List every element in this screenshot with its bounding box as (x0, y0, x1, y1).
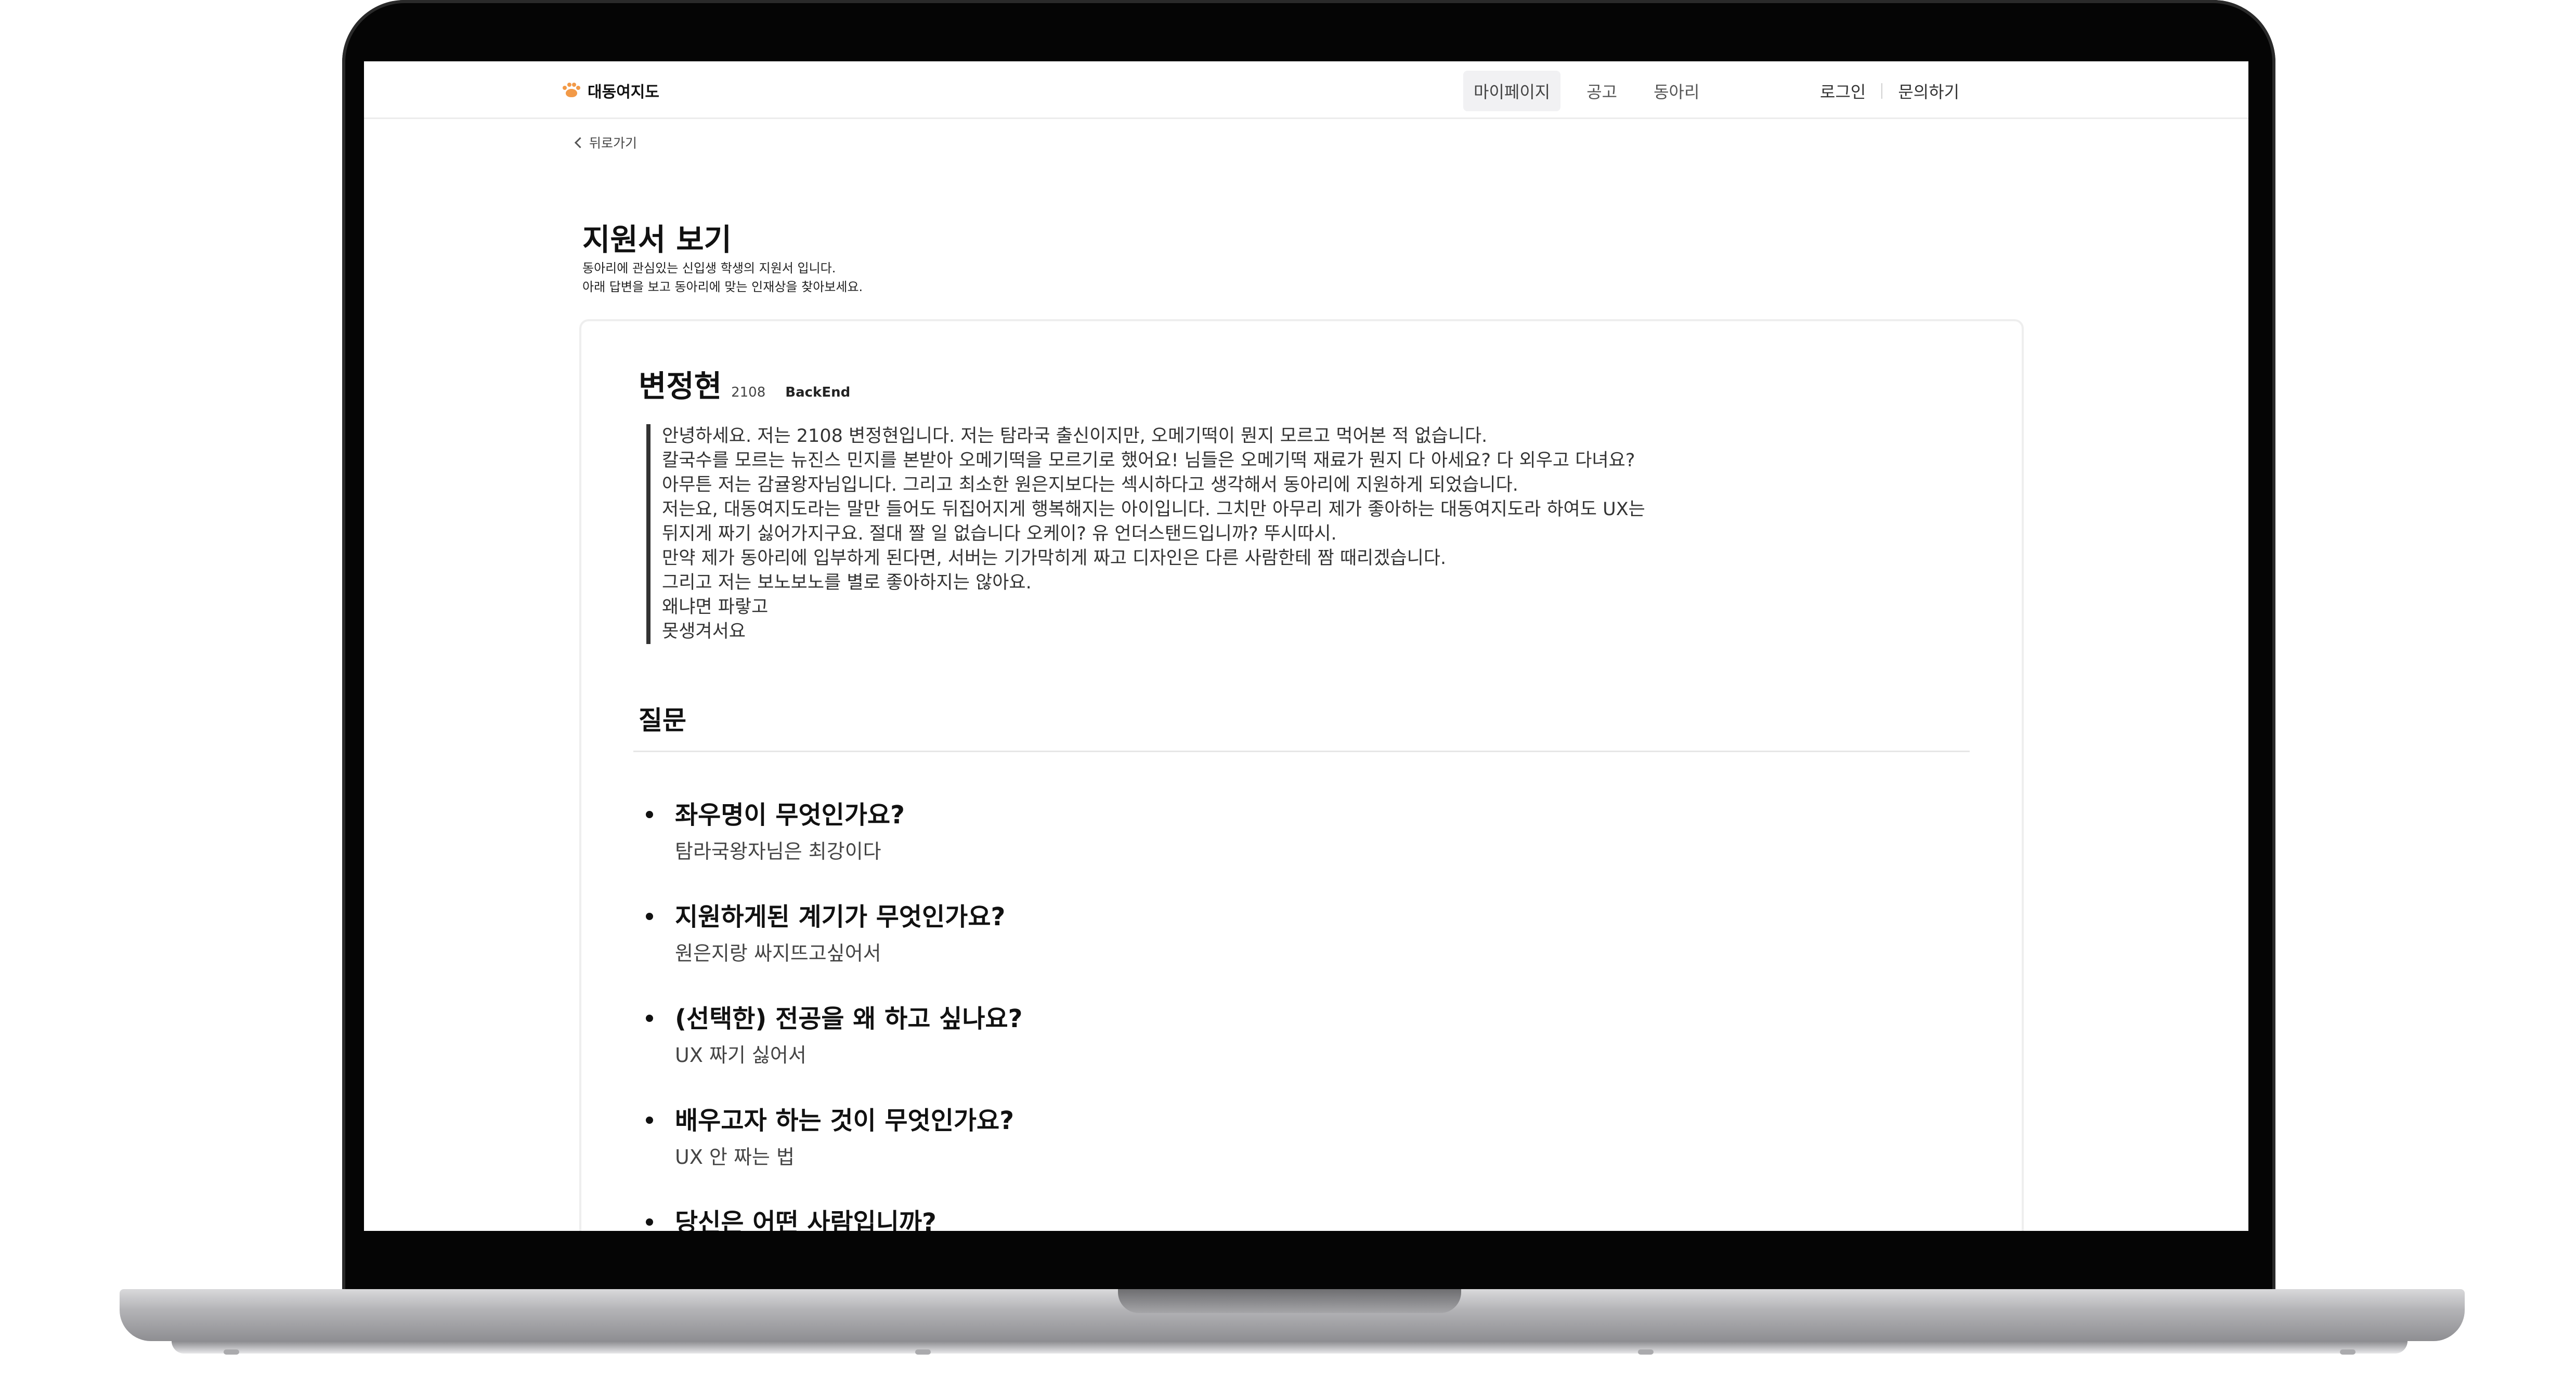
logo-text: 대동여지도 (588, 84, 659, 101)
qa-item: 배우고자 하는 것이 무엇인가요? UX 안 짜는 법 (639, 1105, 1022, 1207)
page-description-line: 아래 답변을 보고 동아리에 맞는 인재상을 찾아보세요. (582, 280, 863, 294)
page-description-line: 동아리에 관심있는 신입생 학생의 지원서 입니다. (582, 261, 836, 275)
bullet-icon (646, 1218, 653, 1226)
applicant-student-id: 2108 (731, 385, 766, 400)
section-divider (633, 751, 1970, 752)
auth-divider (1881, 83, 1883, 99)
intro-line: 뒤지게 짜기 싫어가지구요. 절대 짤 일 없습니다 오케이? 유 언더스탠드입… (662, 523, 1337, 544)
qa-item: (선택한) 전공을 왜 하고 싶나요? UX 짜기 싫어서 (639, 1003, 1022, 1105)
intro-line: 아무튼 저는 감귤왕자님입니다. 그리고 최소한 원은지보다는 섹시하다고 생각… (662, 475, 1518, 495)
applicant-name: 변정현 (639, 369, 722, 404)
laptop-notch (1118, 1289, 1461, 1313)
qa-question: (선택한) 전공을 왜 하고 싶나요? (675, 1004, 1023, 1033)
page-title: 지원서 보기 (582, 222, 732, 257)
paw-icon (562, 83, 580, 98)
nav-item-notice[interactable]: 공고 (1576, 71, 1628, 111)
qa-item: 좌우명이 무엇인가요? 탐라국왕자님은 최강이다 (639, 799, 1022, 901)
contact-link[interactable]: 문의하기 (1898, 79, 1959, 103)
intro-line: 저는요, 대동여지도라는 말만 들어도 뒤집어지게 행복해지는 아이입니다. 그… (662, 499, 1645, 520)
back-link[interactable]: 뒤로가기 (574, 133, 638, 152)
intro-line: 안녕하세요. 저는 2108 변정현입니다. 저는 탐라국 출신이지만, 오메기… (662, 426, 1488, 447)
intro-line: 그리고 저는 보노보노를 별로 좋아하지는 않아요. (662, 572, 1032, 593)
auth-links: 로그인 문의하기 (1820, 79, 1959, 103)
intro-quote: 안녕하세요. 저는 2108 변정현입니다. 저는 탐라국 출신이지만, 오메기… (646, 424, 1806, 644)
qa-question: 지원하게된 계기가 무엇인가요? (675, 902, 1006, 931)
qa-item: 당신은 어떤 사람입니까? (639, 1207, 1022, 1231)
intro-line: 못생겨서요 (662, 621, 746, 642)
intro-line: 왜냐면 파랗고 (662, 597, 769, 618)
qa-question: 당신은 어떤 사람입니까? (675, 1208, 936, 1231)
applicant-track: BackEnd (785, 385, 851, 400)
application-card: 변정현 2108 BackEnd 안녕하세요. 저는 2108 변정현입니다. … (579, 319, 2024, 1231)
qa-item: 지원하게된 계기가 무엇인가요? 원은지랑 싸지뜨고싶어서 (639, 901, 1022, 1003)
qa-answer: 원은지랑 싸지뜨고싶어서 (675, 942, 881, 965)
laptop-base-shadow (172, 1341, 2408, 1354)
page-description: 동아리에 관심있는 신입생 학생의 지원서 입니다. 아래 답변을 보고 동아리… (582, 259, 863, 296)
questions-section-title: 질문 (639, 705, 686, 736)
nav-item-mypage[interactable]: 마이페이지 (1463, 71, 1561, 111)
laptop-foot (224, 1349, 239, 1355)
laptop-foot (915, 1349, 931, 1355)
chevron-left-icon (574, 137, 586, 148)
qa-list: 좌우명이 무엇인가요? 탐라국왕자님은 최강이다 지원하게된 계기가 무엇인가요… (639, 799, 1022, 1231)
bullet-icon (646, 913, 653, 920)
back-label: 뒤로가기 (589, 136, 638, 151)
bullet-icon (646, 1117, 653, 1124)
bullet-icon (646, 1015, 653, 1022)
qa-question: 좌우명이 무엇인가요? (675, 800, 905, 830)
intro-line: 만약 제가 동아리에 입부하게 된다면, 서버는 기가막히게 짜고 디자인은 다… (662, 548, 1447, 569)
applicant-header: 변정현 2108 BackEnd (639, 362, 850, 405)
browser-screen: 대동여지도 마이페이지 공고 동아리 로그인 문의하기 뒤로가기 지원서 보기 … (364, 61, 2248, 1231)
intro-line: 칼국수를 모르는 뉴진스 민지를 본받아 오메기떡을 모르기로 했어요! 님들은… (662, 450, 1635, 471)
nav-item-club[interactable]: 동아리 (1643, 71, 1710, 111)
qa-question: 배우고자 하는 것이 무엇인가요? (675, 1106, 1014, 1135)
qa-answer: 탐라국왕자님은 최강이다 (675, 840, 881, 863)
main-nav: 마이페이지 공고 동아리 (1463, 71, 1710, 111)
bullet-icon (646, 811, 653, 818)
laptop-foot (2340, 1349, 2356, 1355)
logo[interactable]: 대동여지도 (562, 79, 659, 102)
qa-answer: UX 안 짜는 법 (675, 1146, 795, 1169)
login-link[interactable]: 로그인 (1820, 79, 1866, 103)
laptop-foot (1638, 1349, 1654, 1355)
site-header: 대동여지도 마이페이지 공고 동아리 로그인 문의하기 (364, 61, 2248, 119)
qa-answer: UX 짜기 싫어서 (675, 1044, 806, 1067)
